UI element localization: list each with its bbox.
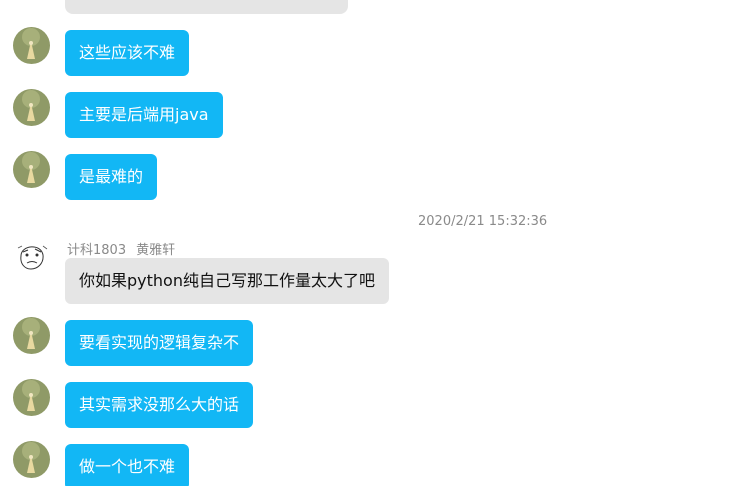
message-bubble[interactable]: 要看实现的逻辑复杂不	[65, 320, 254, 366]
sender-id: 计科1803	[67, 243, 127, 258]
message-bubble[interactable]: 你如果python纯自己写那工作量太大了吧	[65, 258, 389, 304]
message-text: 其实需求没那么大的话	[79, 395, 240, 414]
message-timestamp: 2020/2/21 15:32:36	[418, 214, 548, 229]
my-avatar-icon[interactable]	[13, 151, 50, 188]
sender-name: 黄雅轩	[136, 243, 176, 258]
message-text: 主要是后端用java	[79, 105, 209, 124]
message-bubble[interactable]: 这些应该不难	[65, 30, 190, 76]
chat-message-list[interactable]: 这些应该不难 主要是后端用java 是最难的 2020/2/21 15:32:3…	[0, 0, 745, 486]
message-text: 是最难的	[79, 167, 144, 186]
sender-label: 计科1803 黄雅轩	[67, 239, 185, 258]
message-text: 要看实现的逻辑复杂不	[79, 333, 240, 352]
my-avatar-icon[interactable]	[13, 27, 50, 64]
my-avatar-icon[interactable]	[13, 441, 50, 478]
message-bubble[interactable]: 其实需求没那么大的话	[65, 382, 254, 428]
my-avatar-icon[interactable]	[13, 379, 50, 416]
my-avatar-icon[interactable]	[13, 317, 50, 354]
my-avatar-icon[interactable]	[13, 89, 50, 126]
message-text: 这些应该不难	[79, 43, 176, 62]
message-bubble[interactable]: 做一个也不难	[65, 444, 190, 486]
message-bubble[interactable]: 主要是后端用java	[65, 92, 223, 138]
other-avatar-icon[interactable]	[13, 236, 50, 273]
message-bubble-partial	[65, 0, 348, 14]
message-text: 做一个也不难	[79, 457, 176, 476]
message-bubble[interactable]: 是最难的	[65, 154, 158, 200]
message-text: 你如果python纯自己写那工作量太大了吧	[79, 271, 375, 290]
